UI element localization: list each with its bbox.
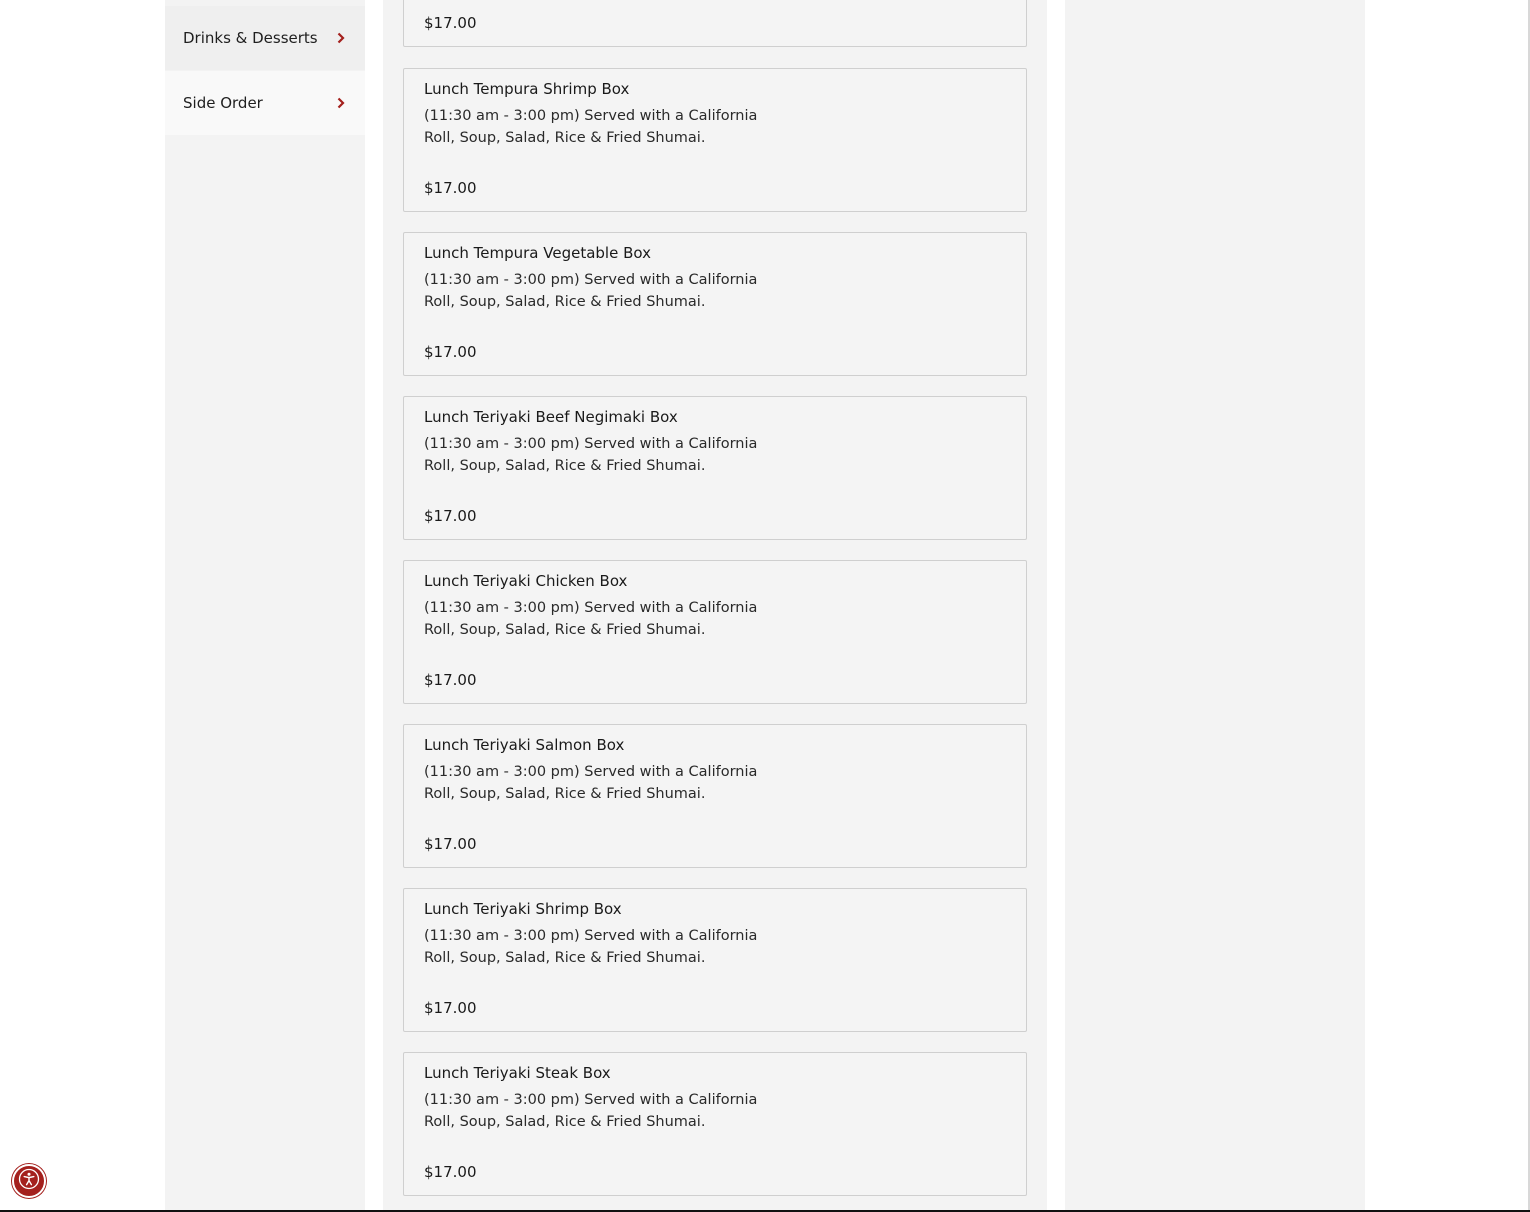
category-sidebar: Drinks & Desserts Side Order — [165, 0, 365, 1212]
menu-item-price: $17.00 — [424, 343, 477, 361]
chevron-right-icon — [335, 32, 347, 44]
menu-item-card[interactable]: Lunch Tempura Vegetable Box (11:30 am - … — [403, 232, 1027, 376]
cart-panel — [1065, 0, 1365, 1212]
menu-item-card[interactable]: Lunch Teriyaki Salmon Box (11:30 am - 3:… — [403, 724, 1027, 868]
menu-item-description: (11:30 am - 3:00 pm) Served with a Calif… — [424, 108, 758, 146]
sidebar-item-label: Drinks & Desserts — [183, 29, 318, 47]
accessibility-button[interactable] — [12, 1164, 46, 1198]
menu-item-title: Lunch Teriyaki Chicken Box — [424, 572, 628, 590]
menu-item-title: Lunch Teriyaki Steak Box — [424, 1064, 611, 1082]
accessibility-icon — [18, 1168, 40, 1194]
menu-item-price: $17.00 — [424, 999, 477, 1017]
menu-item-card[interactable]: Lunch Teriyaki Shrimp Box (11:30 am - 3:… — [403, 888, 1027, 1032]
menu-item-price: $17.00 — [424, 14, 477, 32]
menu-item-price: $17.00 — [424, 1163, 477, 1181]
menu-item-price: $17.00 — [424, 671, 477, 689]
chevron-right-icon — [335, 97, 347, 109]
menu-list: $17.00 Lunch Tempura Shrimp Box (11:30 a… — [383, 0, 1047, 1212]
menu-item-card[interactable]: $17.00 — [403, 0, 1027, 47]
menu-item-card[interactable]: Lunch Teriyaki Beef Negimaki Box (11:30 … — [403, 396, 1027, 540]
menu-item-card[interactable]: Lunch Teriyaki Chicken Box (11:30 am - 3… — [403, 560, 1027, 704]
sidebar-item-label: Side Order — [183, 94, 263, 112]
menu-item-description: (11:30 am - 3:00 pm) Served with a Calif… — [424, 928, 758, 966]
page: Drinks & Desserts Side Order $17.00 Lunc… — [0, 0, 1530, 1212]
sidebar-item-drinks-desserts[interactable]: Drinks & Desserts — [165, 6, 365, 70]
menu-item-title: Lunch Teriyaki Beef Negimaki Box — [424, 408, 678, 426]
menu-item-price: $17.00 — [424, 179, 477, 197]
menu-item-description: (11:30 am - 3:00 pm) Served with a Calif… — [424, 764, 758, 802]
menu-item-card[interactable]: Lunch Tempura Shrimp Box (11:30 am - 3:0… — [403, 68, 1027, 212]
menu-item-price: $17.00 — [424, 507, 477, 525]
menu-item-price: $17.00 — [424, 835, 477, 853]
menu-item-title: Lunch Tempura Vegetable Box — [424, 244, 651, 262]
menu-item-description: (11:30 am - 3:00 pm) Served with a Calif… — [424, 272, 758, 310]
sidebar-item-side-order[interactable]: Side Order — [165, 71, 365, 135]
menu-item-card[interactable]: Lunch Teriyaki Steak Box (11:30 am - 3:0… — [403, 1052, 1027, 1196]
menu-item-title: Lunch Tempura Shrimp Box — [424, 80, 630, 98]
menu-item-title: Lunch Teriyaki Salmon Box — [424, 736, 625, 754]
menu-item-description: (11:30 am - 3:00 pm) Served with a Calif… — [424, 436, 758, 474]
menu-item-title: Lunch Teriyaki Shrimp Box — [424, 900, 622, 918]
menu-item-description: (11:30 am - 3:00 pm) Served with a Calif… — [424, 1092, 758, 1130]
menu-item-description: (11:30 am - 3:00 pm) Served with a Calif… — [424, 600, 758, 638]
